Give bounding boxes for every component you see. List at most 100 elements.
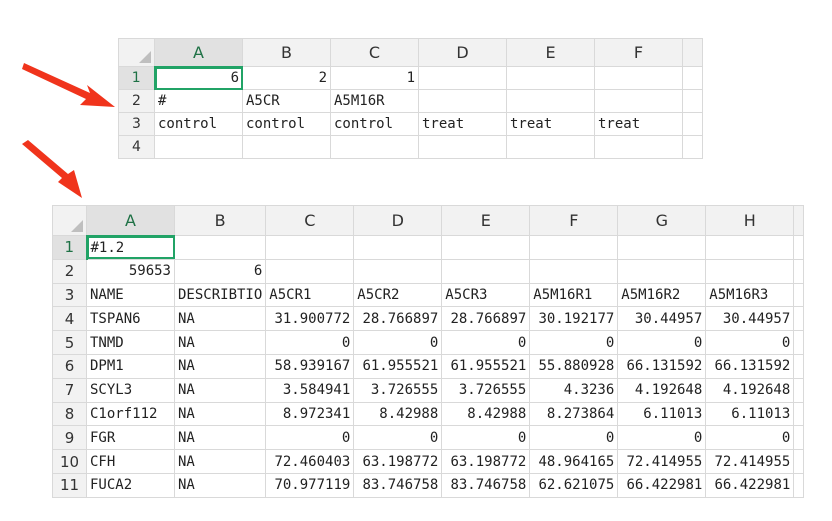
cell[interactable]: NA	[173, 401, 267, 427]
column-header[interactable]: C	[330, 38, 419, 67]
cell[interactable]	[330, 135, 419, 159]
cell[interactable]: NA	[173, 425, 267, 451]
row-header[interactable]: 7	[52, 377, 87, 403]
cell[interactable]: 6	[173, 258, 267, 284]
cell[interactable]: 8.972341	[265, 401, 355, 427]
cell[interactable]: NA	[173, 330, 267, 355]
row-header[interactable]: 9	[52, 425, 87, 451]
cell[interactable]	[594, 66, 683, 90]
cell[interactable]: 72.414955	[705, 449, 795, 474]
column-header[interactable]: D	[353, 205, 443, 236]
cell[interactable]: A5M16R	[330, 89, 419, 113]
cell[interactable]: 0	[353, 330, 443, 355]
cell[interactable]: 58.939167	[265, 353, 355, 379]
cell[interactable]: 30.44957	[617, 306, 707, 332]
cell[interactable]	[173, 235, 267, 260]
row-header[interactable]: 1	[118, 66, 156, 90]
row-header[interactable]: 4	[118, 135, 155, 159]
row-header[interactable]: 3	[118, 112, 155, 136]
cell[interactable]: 28.766897	[353, 306, 443, 332]
cell[interactable]	[506, 66, 595, 90]
cell[interactable]: 0	[265, 425, 355, 451]
cell[interactable]: 70.977119	[265, 472, 355, 498]
cell[interactable]: NA	[173, 377, 267, 403]
cell[interactable]: 0	[617, 330, 707, 355]
cell[interactable]	[441, 258, 531, 284]
row-header[interactable]: 11	[52, 472, 87, 498]
cell[interactable]: 66.131592	[617, 353, 707, 379]
cell[interactable]: A5CR1	[265, 282, 355, 308]
cell[interactable]	[353, 235, 443, 260]
row-header[interactable]: 6	[52, 353, 87, 379]
cell[interactable]: 8.273864	[529, 401, 619, 427]
cell[interactable]: 31.900772	[265, 306, 355, 332]
cell[interactable]: control	[154, 112, 243, 136]
cell[interactable]: 3.726555	[353, 377, 443, 403]
cell[interactable]: 0	[617, 425, 707, 451]
cell[interactable]: treat	[418, 112, 507, 136]
cell[interactable]: #1.2	[86, 235, 175, 260]
cell[interactable]: TSPAN6	[86, 306, 175, 332]
row-header[interactable]: 8	[52, 401, 87, 427]
row-header[interactable]: 5	[52, 330, 87, 355]
cell[interactable]	[242, 135, 331, 159]
cell[interactable]: 1	[330, 66, 419, 90]
cell[interactable]	[705, 235, 795, 260]
cell[interactable]: 72.460403	[265, 449, 355, 474]
row-header[interactable]: 10	[52, 449, 87, 474]
cell[interactable]: 0	[529, 330, 619, 355]
cell[interactable]: 55.880928	[529, 353, 619, 379]
cell[interactable]: treat	[594, 112, 683, 136]
cell[interactable]: 0	[441, 425, 531, 451]
select-all-corner[interactable]	[118, 38, 155, 67]
cell[interactable]: 66.131592	[705, 353, 795, 379]
cell[interactable]	[418, 89, 507, 113]
column-header[interactable]: E	[441, 205, 531, 236]
cell[interactable]: 8.42988	[441, 401, 531, 427]
cell[interactable]	[265, 235, 355, 260]
cell[interactable]: 59653	[86, 258, 175, 284]
cell[interactable]: A5CR2	[353, 282, 443, 308]
row-header[interactable]: 2	[118, 89, 155, 113]
cell[interactable]: 61.955521	[441, 353, 531, 379]
cell[interactable]	[617, 235, 707, 260]
cell[interactable]: CFH	[86, 449, 175, 474]
cell[interactable]: 63.198772	[441, 449, 531, 474]
cell[interactable]	[441, 235, 531, 260]
cell[interactable]: control	[330, 112, 419, 136]
cell[interactable]: treat	[506, 112, 595, 136]
cell[interactable]: 0	[353, 425, 443, 451]
cell[interactable]: 28.766897	[441, 306, 531, 332]
cell[interactable]	[353, 258, 443, 284]
cell[interactable]: DESCRIBTIO	[173, 282, 267, 308]
cell[interactable]: A5CR	[242, 89, 331, 113]
cell[interactable]: 4.3236	[529, 377, 619, 403]
cell[interactable]: 61.955521	[353, 353, 443, 379]
cell[interactable]: 0	[705, 425, 795, 451]
cell[interactable]: 72.414955	[617, 449, 707, 474]
cell[interactable]: 66.422981	[705, 472, 795, 498]
cell[interactable]: 6.11013	[705, 401, 795, 427]
cell[interactable]	[506, 135, 595, 159]
cell[interactable]: control	[242, 112, 331, 136]
cell[interactable]: NA	[173, 306, 267, 332]
cell[interactable]	[529, 258, 619, 284]
select-all-corner[interactable]	[52, 205, 87, 236]
cell[interactable]	[265, 258, 355, 284]
cell[interactable]: A5M16R1	[529, 282, 619, 308]
cell[interactable]: 4.192648	[705, 377, 795, 403]
cell[interactable]: A5CR3	[441, 282, 531, 308]
column-header[interactable]: B	[242, 38, 331, 67]
cell[interactable]: 4.192648	[617, 377, 707, 403]
cell[interactable]: 6	[154, 66, 243, 90]
cell[interactable]: 3.726555	[441, 377, 531, 403]
cell[interactable]: 0	[529, 425, 619, 451]
cell[interactable]	[594, 135, 683, 159]
column-header[interactable]: A	[154, 38, 243, 68]
cell[interactable]: FUCA2	[86, 472, 175, 498]
cell[interactable]: FGR	[86, 425, 175, 451]
cell[interactable]: 48.964165	[529, 449, 619, 474]
column-header[interactable]: F	[529, 205, 619, 236]
cell[interactable]: 2	[242, 66, 331, 90]
cell[interactable]	[418, 66, 507, 90]
